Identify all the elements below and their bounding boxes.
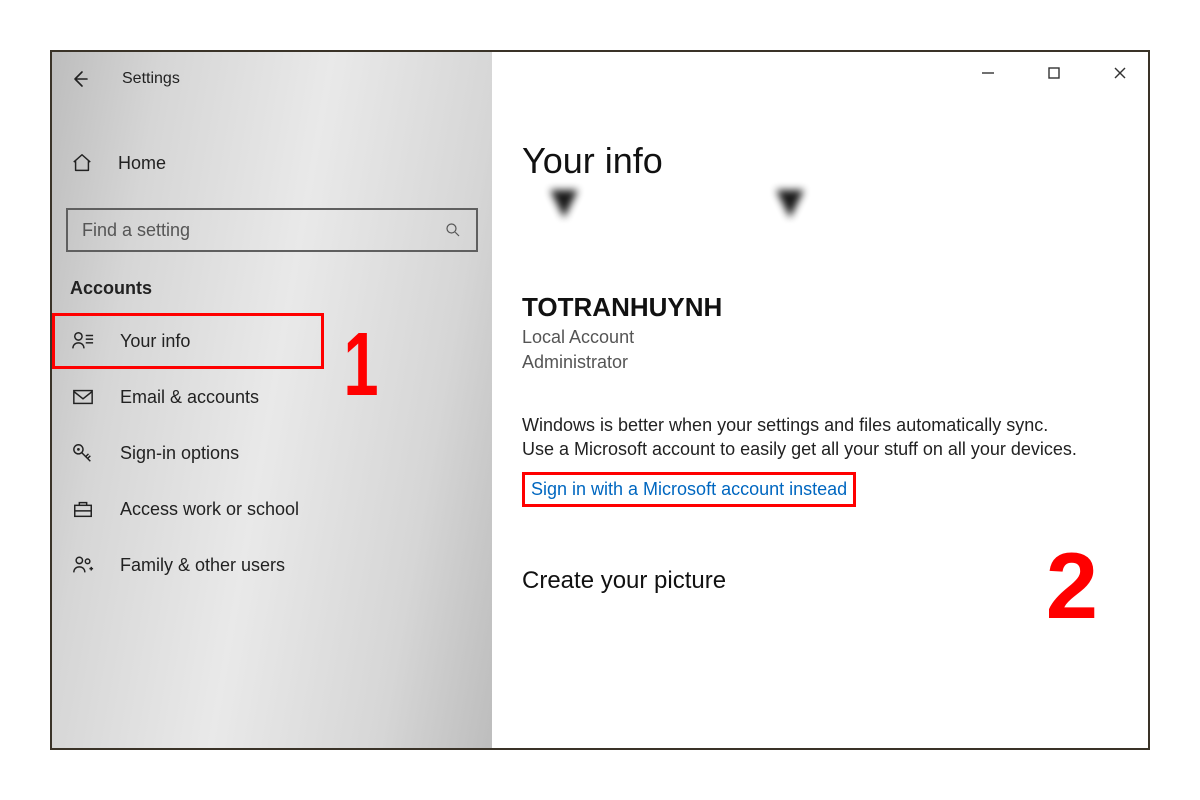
sidebar-item-work-school[interactable]: Access work or school	[52, 481, 492, 537]
avatar-shadow-left	[550, 190, 578, 218]
key-icon	[70, 442, 96, 464]
main-content: Your info TOTRANHUYNH Local Account Admi…	[492, 52, 1148, 748]
back-button[interactable]	[68, 67, 92, 91]
person-info-icon	[70, 330, 96, 352]
signin-link-highlight: Sign in with a Microsoft account instead	[522, 472, 856, 507]
mail-icon	[70, 386, 96, 408]
create-picture-heading: Create your picture	[522, 567, 1118, 595]
search-input[interactable]	[82, 220, 444, 241]
window-title: Settings	[122, 70, 180, 88]
sidebar-item-label: Home	[118, 153, 166, 174]
sidebar-item-your-info[interactable]: Your info	[52, 313, 324, 369]
sidebar-item-email-accounts[interactable]: Email & accounts	[52, 369, 492, 425]
sidebar-item-home[interactable]: Home	[52, 136, 492, 190]
minimize-button[interactable]	[970, 58, 1006, 88]
sidebar-item-label: Email & accounts	[120, 387, 259, 408]
account-type: Local Account	[522, 327, 1118, 348]
sidebar-item-signin-options[interactable]: Sign-in options	[52, 425, 492, 481]
search-box[interactable]	[66, 208, 478, 252]
search-icon	[444, 221, 462, 239]
minimize-icon	[981, 66, 995, 80]
home-icon	[70, 152, 94, 174]
sidebar-item-family-users[interactable]: Family & other users	[52, 537, 492, 593]
window-controls	[970, 58, 1138, 88]
sync-description: Windows is better when your settings and…	[522, 413, 1082, 462]
account-username: TOTRANHUYNH	[522, 292, 1118, 323]
account-role: Administrator	[522, 352, 1118, 373]
sidebar-item-label: Your info	[120, 331, 190, 352]
annotation-2: 2	[1046, 532, 1098, 640]
sidebar-section-label: Accounts	[52, 278, 492, 299]
close-icon	[1113, 66, 1127, 80]
close-button[interactable]	[1102, 58, 1138, 88]
signin-microsoft-link[interactable]: Sign in with a Microsoft account instead	[531, 479, 847, 499]
arrow-left-icon	[70, 69, 90, 89]
people-add-icon	[70, 554, 96, 576]
maximize-button[interactable]	[1036, 58, 1072, 88]
annotation-1: 1	[344, 314, 379, 417]
avatar-shadow-right	[776, 190, 804, 218]
maximize-icon	[1047, 66, 1061, 80]
page-title: Your info	[522, 140, 1118, 182]
sidebar: Settings Home Accounts	[52, 52, 492, 748]
sidebar-item-label: Family & other users	[120, 555, 285, 576]
sidebar-item-label: Access work or school	[120, 499, 299, 520]
sidebar-item-label: Sign-in options	[120, 443, 239, 464]
briefcase-icon	[70, 498, 96, 520]
settings-window: Settings Home Accounts	[50, 50, 1150, 750]
avatar-placeholder	[522, 190, 1118, 254]
